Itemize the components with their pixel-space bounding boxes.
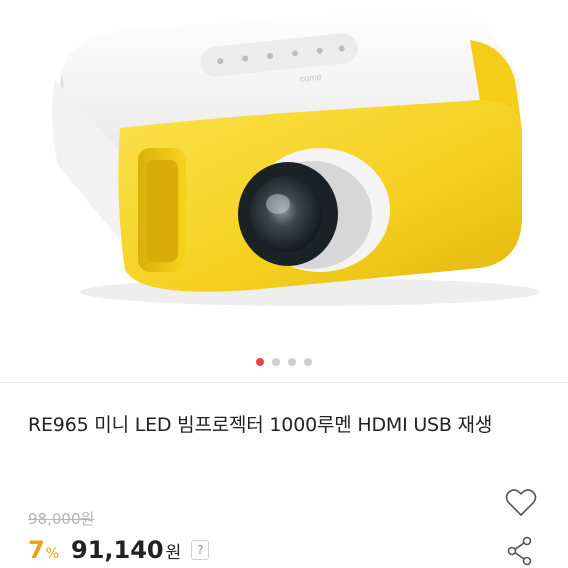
question-icon[interactable]: ? (191, 540, 210, 560)
projector-image: come (52, 7, 540, 306)
gallery-pagination (0, 358, 568, 366)
pagination-dot[interactable] (288, 358, 296, 366)
price-unit: 원 (165, 543, 182, 563)
discount-unit: % (45, 546, 60, 562)
share-icon[interactable] (506, 536, 534, 566)
product-title: RE965 미니 LED 빔프로젝터 1000루멘 HDMI USB 재생 (28, 414, 493, 436)
heart-icon[interactable] (505, 488, 537, 518)
section-divider (0, 382, 568, 383)
pagination-dot[interactable] (272, 358, 280, 366)
price-row: 7 % 91,140 원 ? (28, 536, 210, 564)
discount-rate: 7 (28, 536, 45, 564)
pagination-dot-active[interactable] (256, 358, 264, 366)
pagination-dot[interactable] (304, 358, 312, 366)
sale-price: 91,140 (71, 536, 164, 564)
product-image-gallery[interactable]: come (0, 0, 568, 380)
original-price: 98,000원 (28, 510, 95, 528)
